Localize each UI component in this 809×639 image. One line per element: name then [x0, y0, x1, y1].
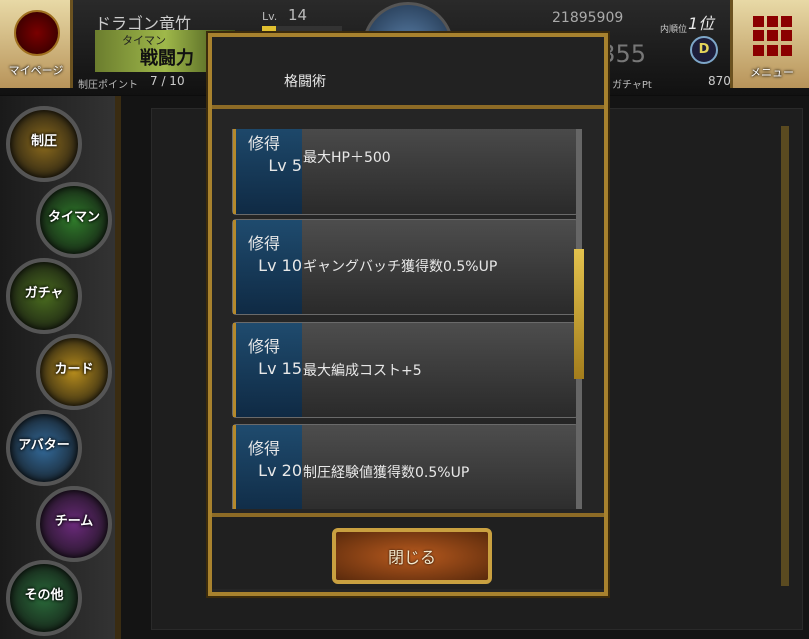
- seiatsu-point-label: 制圧ポイント: [78, 80, 138, 91]
- skill-acquire-label: 修得: [248, 134, 281, 153]
- dialog-header: 格闘術: [212, 37, 604, 109]
- skill-acquire-label: 修得: [248, 337, 281, 356]
- gacha-point-value: 870: [708, 74, 731, 88]
- skill-level-tag: 修得 Lv 5: [233, 129, 302, 214]
- skill-row: 修得 Lv 15 最大編成コスト+5: [232, 322, 579, 418]
- skill-level-tag: 修得 Lv 15: [233, 323, 302, 417]
- skill-level-label: Lv 15: [258, 359, 302, 378]
- close-button-label: 閉じる: [387, 548, 436, 567]
- level-value: 14: [288, 6, 308, 24]
- menu-label: メニュー: [750, 66, 794, 79]
- rank-value: 1位: [688, 14, 715, 33]
- skill-acquire-label: 修得: [248, 439, 281, 458]
- mypage-label: マイページ: [8, 64, 64, 77]
- skill-level-label: Lv 10: [258, 256, 302, 275]
- skill-acquire-label: 修得: [248, 234, 281, 253]
- sidebar-item-label: チーム: [54, 514, 94, 529]
- level-progress-bar: [262, 26, 342, 33]
- sidebar-item-label: 制圧: [30, 134, 57, 149]
- score-text: 21895909: [552, 10, 624, 26]
- sidebar-item-other[interactable]: その他: [6, 560, 82, 636]
- sidebar-item-seiatsu[interactable]: 制圧: [6, 106, 82, 182]
- dialog-title: 格闘術: [284, 74, 326, 90]
- skill-dialog: 格闘術 修得 Lv 5 最大HP＋500 修得 Lv 10 ギャングバッチ獲得数…: [208, 33, 608, 596]
- seiatsu-point-value: 7 / 10: [150, 74, 185, 88]
- skill-row: 修得 Lv 5 最大HP＋500: [232, 129, 579, 215]
- board-scrollbar: [781, 126, 789, 586]
- sidebar-item-label: アバター: [18, 438, 70, 453]
- skill-level-tag: 修得 Lv 10: [233, 220, 302, 314]
- side-menu: 制圧 タイマン ガチャ カード アバター チーム その他: [0, 96, 115, 639]
- sidebar-item-gacha[interactable]: ガチャ: [6, 258, 82, 334]
- skill-effect: 制圧経験値獲得数0.5%UP: [303, 465, 470, 481]
- close-button[interactable]: 閉じる: [332, 528, 492, 584]
- skill-row: 修得 Lv 20 制圧経験値獲得数0.5%UP: [232, 424, 579, 509]
- battle-power-label: 戦闘力: [140, 48, 194, 69]
- sidebar-item-avatar[interactable]: アバター: [6, 410, 82, 486]
- rank-prefix: 内順位: [660, 25, 688, 35]
- skill-list[interactable]: 修得 Lv 5 最大HP＋500 修得 Lv 10 ギャングバッチ獲得数0.5%…: [232, 129, 582, 509]
- skill-effect: 最大HP＋500: [303, 150, 391, 166]
- skill-level-label: Lv 5: [268, 156, 302, 175]
- mypage-emblem-icon: [14, 10, 60, 56]
- skill-effect: ギャングバッチ獲得数0.5%UP: [303, 259, 498, 275]
- sidebar-item-label: カード: [54, 362, 94, 377]
- sidebar-item-card[interactable]: カード: [36, 334, 112, 410]
- sidebar-item-label: タイマン: [47, 210, 100, 225]
- menu-button[interactable]: メニュー: [730, 0, 809, 88]
- sidebar-item-label: ガチャ: [24, 286, 64, 301]
- skill-level-label: Lv 20: [258, 461, 302, 480]
- skill-row: 修得 Lv 10 ギャングバッチ獲得数0.5%UP: [232, 219, 579, 315]
- level-label: Lv.: [262, 10, 278, 23]
- level-progress-fill: [262, 26, 277, 33]
- sidebar-item-taiman[interactable]: タイマン: [36, 182, 112, 258]
- skill-effect: 最大編成コスト+5: [303, 363, 422, 379]
- sidebar-item-team[interactable]: チーム: [36, 486, 112, 562]
- skill-level-tag: 修得 Lv 20: [233, 425, 302, 509]
- sidebar-item-label: その他: [24, 588, 64, 603]
- mypage-button[interactable]: マイページ: [0, 0, 73, 88]
- scrollbar-thumb[interactable]: [574, 249, 584, 379]
- gacha-point-label: ガチャPt: [612, 80, 652, 91]
- d-rank-badge: D: [690, 36, 718, 64]
- menu-grid-icon: [753, 16, 793, 56]
